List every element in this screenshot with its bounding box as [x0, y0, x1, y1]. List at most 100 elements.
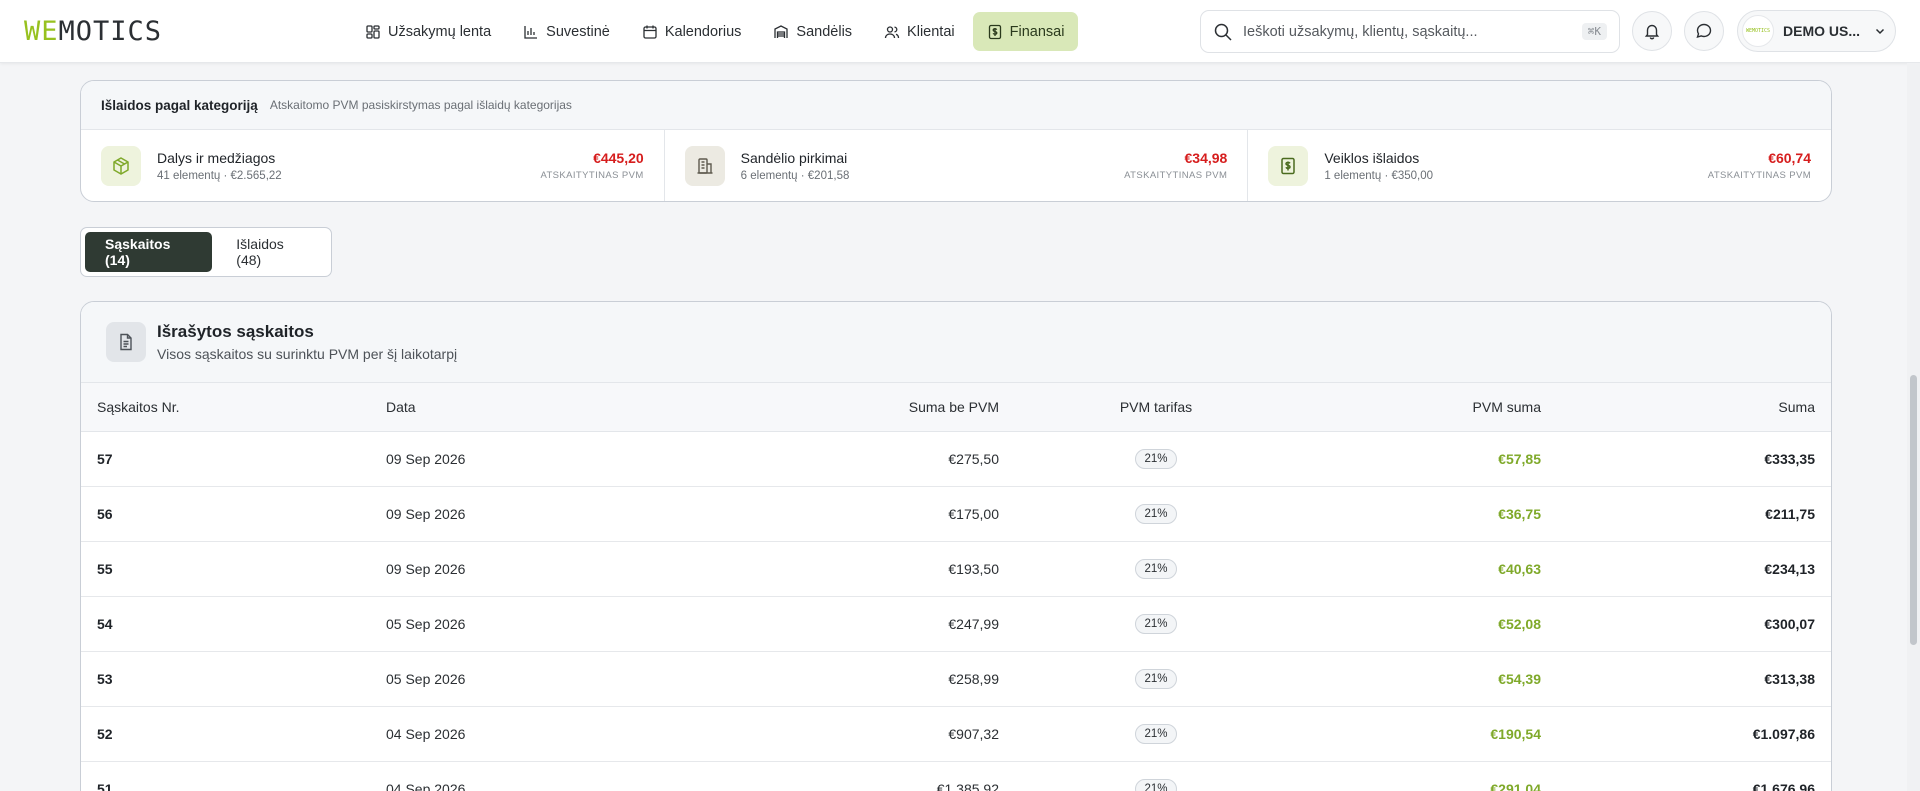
page-scrollbar[interactable] [1907, 63, 1920, 791]
vat-rate-badge: 21% [1135, 503, 1177, 524]
column-header-vat-rate[interactable]: PVM tarifas [999, 383, 1313, 431]
category-vat-value: €445,20 [593, 150, 644, 166]
bar-chart-icon [524, 25, 538, 39]
messages-button[interactable] [1684, 11, 1724, 51]
nav-item-calendar[interactable]: Kalendorius [628, 12, 756, 51]
issued-invoices-title: Išrašytos sąskaitos [157, 322, 314, 341]
tab-expenses[interactable]: Išlaidos (48) [216, 232, 327, 272]
grid-icon [366, 24, 380, 39]
invoice-date: 05 Sep 2026 [386, 615, 466, 632]
invoice-number[interactable]: 55 [81, 541, 386, 596]
main-nav: Užsakymų lenta Suvestinė Kalendorius San… [351, 12, 1079, 51]
category-vat-label: ATSKAITYTINAS PVM [1707, 170, 1812, 181]
invoice-date: 04 Sep 2026 [386, 780, 466, 791]
invoices-table: Sąskaitos Nr. Data Suma be PVM PVM tarif… [81, 383, 1831, 791]
expense-categories-subtitle: Atskaitomo PVM pasiskirstymas pagal išla… [269, 98, 572, 112]
vat-rate-badge: 21% [1135, 778, 1177, 791]
table-row[interactable]: 52 04 Sep 2026 €907,32 21% €190,54 €1.097,86 [81, 706, 1831, 761]
nav-label: Klientai [907, 23, 955, 40]
warehouse-icon [774, 24, 789, 38]
search-icon [1214, 23, 1232, 41]
invoice-vat-rate-cell: 21% [999, 486, 1313, 541]
invoice-vat-rate-cell: 21% [999, 596, 1313, 651]
bell-icon [1644, 24, 1660, 40]
building-icon [697, 158, 713, 174]
table-row[interactable]: 51 04 Sep 2026 €1.385,92 21% €291,04 €1.676,9… [81, 761, 1831, 791]
category-operating-expenses: Veiklos išlaidos 1 elementų · €350,00 €6… [1248, 130, 1831, 201]
logo-motics: MOTICS [58, 16, 163, 47]
category-name: Veiklos išlaidos [1324, 150, 1420, 166]
invoice-vat-rate-cell: 21% [999, 651, 1313, 706]
column-header-net-amount[interactable]: Suma be PVM [686, 383, 999, 431]
vat-rate-badge: 21% [1135, 613, 1177, 634]
invoice-date: 09 Sep 2026 [386, 450, 466, 467]
tab-invoices[interactable]: Sąskaitos (14) [85, 232, 213, 272]
search-bar[interactable]: ⌘K [1200, 10, 1620, 53]
expense-categories-title: Išlaidos pagal kategoriją [101, 97, 258, 113]
scrollbar-thumb[interactable] [1910, 375, 1917, 645]
chat-bubble-icon [1696, 23, 1712, 39]
column-header-total[interactable]: Suma [1541, 383, 1831, 431]
invoice-vat-amount: €190,54 [1490, 725, 1541, 742]
invoice-vat-amount: €291,04 [1490, 780, 1541, 791]
nav-item-finance[interactable]: Finansai [972, 12, 1079, 51]
invoice-date: 09 Sep 2026 [386, 505, 466, 522]
nav-item-warehouse[interactable]: Sandėlis [759, 12, 866, 51]
column-header-vat-amount[interactable]: PVM suma [1313, 383, 1541, 431]
nav-item-summary[interactable]: Suvestinė [509, 12, 624, 51]
category-vat-value: €60,74 [1768, 150, 1812, 166]
issued-invoices-header: Išrašytos sąskaitos Visos sąskaitos su s… [81, 302, 1831, 383]
box-icon [113, 157, 129, 175]
invoice-vat-amount: €36,75 [1498, 505, 1541, 522]
category-vat-label: ATSKAITYTINAS PVM [1124, 170, 1228, 181]
user-menu[interactable]: WEMOTICS DEMO US... [1737, 10, 1896, 52]
table-header-row: Sąskaitos Nr. Data Suma be PVM PVM tarif… [81, 383, 1831, 431]
invoice-number[interactable]: 57 [81, 431, 386, 486]
category-meta: 1 elementų · €350,00 [1324, 170, 1434, 182]
expense-categories-list: Dalys ir medžiagos 41 elementų · €2.565,… [81, 130, 1831, 201]
calendar-icon [643, 25, 657, 39]
logo[interactable]: WEMOTICS [24, 16, 162, 47]
category-parts-materials: Dalys ir medžiagos 41 elementų · €2.565,… [81, 130, 665, 201]
invoice-number[interactable]: 54 [81, 596, 386, 651]
invoice-total: €211,75 [1765, 505, 1815, 522]
search-input[interactable] [1243, 23, 1582, 40]
vat-rate-badge: 21% [1135, 558, 1177, 579]
notifications-button[interactable] [1632, 11, 1672, 51]
invoice-net-amount: €247,99 [948, 615, 999, 632]
category-icon-wrapper [1268, 146, 1309, 186]
table-row[interactable]: 53 05 Sep 2026 €258,99 21% €54,39 €313,38 [81, 651, 1831, 706]
table-row[interactable]: 54 05 Sep 2026 €247,99 21% €52,08 €300,07 [81, 596, 1831, 651]
vat-rate-badge: 21% [1135, 723, 1177, 744]
table-row[interactable]: 55 09 Sep 2026 €193,50 21% €40,63 €234,13 [81, 541, 1831, 596]
invoice-total: €333,35 [1764, 450, 1815, 467]
invoice-vat-rate-cell: 21% [999, 541, 1313, 596]
nav-label: Sandėlis [796, 23, 853, 40]
top-navigation-bar: WEMOTICS Užsakymų lenta Suvestinė Kalend… [0, 0, 1920, 63]
invoice-net-amount: €907,32 [948, 725, 999, 742]
column-header-invoice-nr[interactable]: Sąskaitos Nr. [81, 383, 386, 431]
category-icon-wrapper [684, 146, 725, 186]
invoice-vat-amount: €52,08 [1498, 615, 1541, 632]
user-name: DEMO US... [1783, 23, 1861, 39]
invoice-vat-rate-cell: 21% [999, 706, 1313, 761]
invoice-number[interactable]: 51 [81, 761, 386, 791]
invoice-number[interactable]: 53 [81, 651, 386, 706]
invoice-date: 05 Sep 2026 [386, 670, 466, 687]
column-header-date[interactable]: Data [386, 383, 686, 431]
invoice-number[interactable]: 52 [81, 706, 386, 761]
nav-label: Kalendorius [664, 23, 742, 40]
invoice-vat-rate-cell: 21% [999, 761, 1313, 791]
invoice-total: €234,13 [1764, 560, 1815, 577]
invoice-number[interactable]: 56 [81, 486, 386, 541]
invoice-total: €1.676,96 [1752, 780, 1815, 791]
table-row[interactable]: 57 09 Sep 2026 €275,50 21% €57,85 €333,35 [81, 431, 1831, 486]
category-warehouse-purchases: Sandėlio pirkimai 6 elementų · €201,58 €… [665, 130, 1249, 201]
invoice-net-amount: €193,50 [948, 560, 999, 577]
nav-item-orders-board[interactable]: Užsakymų lenta [351, 12, 505, 51]
nav-label: Suvestinė [546, 23, 610, 40]
invoice-net-amount: €275,50 [948, 450, 999, 467]
table-row[interactable]: 56 09 Sep 2026 €175,00 21% €36,75 €211,75 [81, 486, 1831, 541]
document-icon-wrapper [106, 322, 146, 362]
nav-item-clients[interactable]: Klientai [870, 12, 969, 51]
